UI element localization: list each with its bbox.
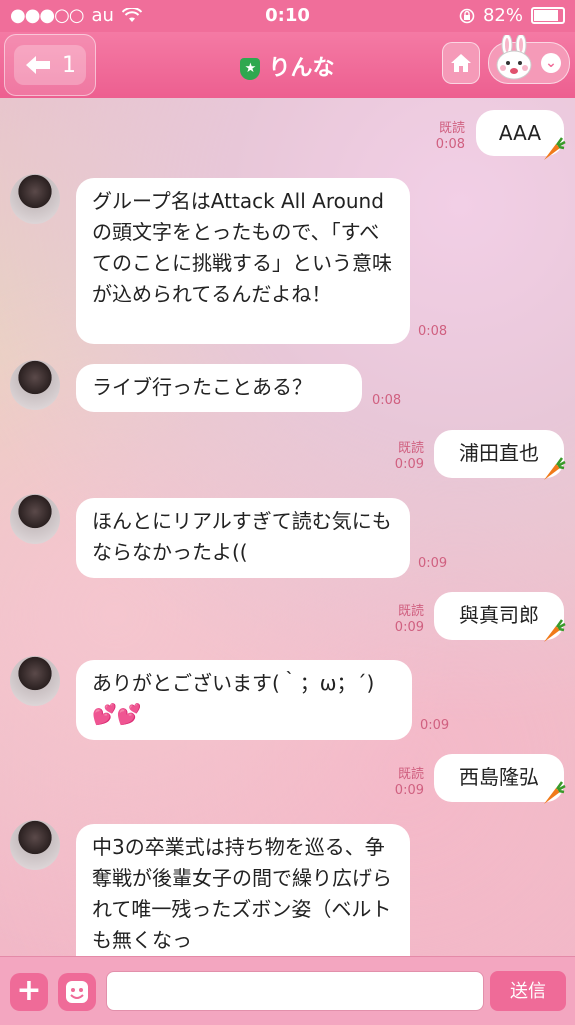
nav-bar: 1 ★ りんな ⌄	[0, 32, 575, 98]
message-time: 0:09	[418, 556, 448, 571]
read-receipt: 既読	[397, 767, 424, 782]
home-button[interactable]	[442, 42, 480, 84]
carrot-icon	[544, 781, 566, 804]
status-bar: ●●●○○ au 0:10 82%	[0, 0, 575, 32]
message-bubble[interactable]: ライブ行ったことある？	[76, 364, 362, 412]
read-receipt: 既読	[397, 604, 424, 619]
battery-percent: 82%	[482, 5, 523, 26]
bunny-sticker-icon	[496, 35, 532, 80]
message-time: 0:09	[394, 783, 424, 798]
message-bubble[interactable]: ありがとございます(｀；ω；´)💕💕	[76, 660, 412, 740]
message-bubble[interactable]: ほんとにリアルすぎて読む気にもならなかったよ((	[76, 498, 410, 578]
avatar[interactable]	[10, 360, 60, 410]
chat-title-text: りんな	[268, 56, 335, 81]
carrot-icon	[544, 619, 566, 642]
read-receipt: 既読	[397, 441, 424, 456]
message-meta: 既読 0:09	[380, 767, 424, 799]
message-meta: 既読 0:09	[380, 604, 424, 636]
sticker-button[interactable]	[58, 973, 96, 1011]
avatar[interactable]	[10, 174, 60, 224]
message-bubble[interactable]: グループ名はAttack All Aroundの頭文字をとったもので、「すべての…	[76, 178, 410, 344]
avatar[interactable]	[10, 494, 60, 544]
battery-icon	[531, 7, 565, 24]
chat-menu-button[interactable]: ⌄	[488, 35, 570, 84]
smiley-icon	[66, 981, 88, 1003]
message-input[interactable]	[106, 971, 484, 1011]
send-button[interactable]: 送信	[490, 971, 566, 1011]
input-bar: + 送信	[0, 956, 575, 1025]
avatar[interactable]	[10, 820, 60, 870]
avatar[interactable]	[10, 656, 60, 706]
message-time: 0:09	[394, 620, 424, 635]
plus-icon: +	[16, 973, 42, 1008]
message-time: 0:09	[394, 457, 424, 472]
message-time: 0:08	[372, 393, 402, 408]
message-time: 0:08	[418, 324, 448, 339]
message-meta: 既読 0:09	[380, 441, 424, 473]
message-time: 0:09	[420, 718, 450, 733]
message-incoming: グループ名はAttack All Aroundの頭文字をとったもので、「すべての…	[0, 98, 575, 358]
chevron-down-icon: ⌄	[541, 53, 561, 73]
home-icon	[451, 54, 471, 72]
official-shield-icon: ★	[240, 58, 261, 80]
message-list[interactable]: 既読 0:08 AAA グループ名はAttack All Aroundの頭文字を…	[0, 98, 575, 956]
message-bubble[interactable]: 中3の卒業式は持ち物を巡る、争奪戦が後輩女子の間で繰り広げられて唯一残ったズボン…	[76, 824, 410, 956]
add-attachment-button[interactable]: +	[10, 973, 48, 1011]
carrot-icon	[544, 457, 566, 480]
rotation-lock-icon	[459, 8, 475, 23]
